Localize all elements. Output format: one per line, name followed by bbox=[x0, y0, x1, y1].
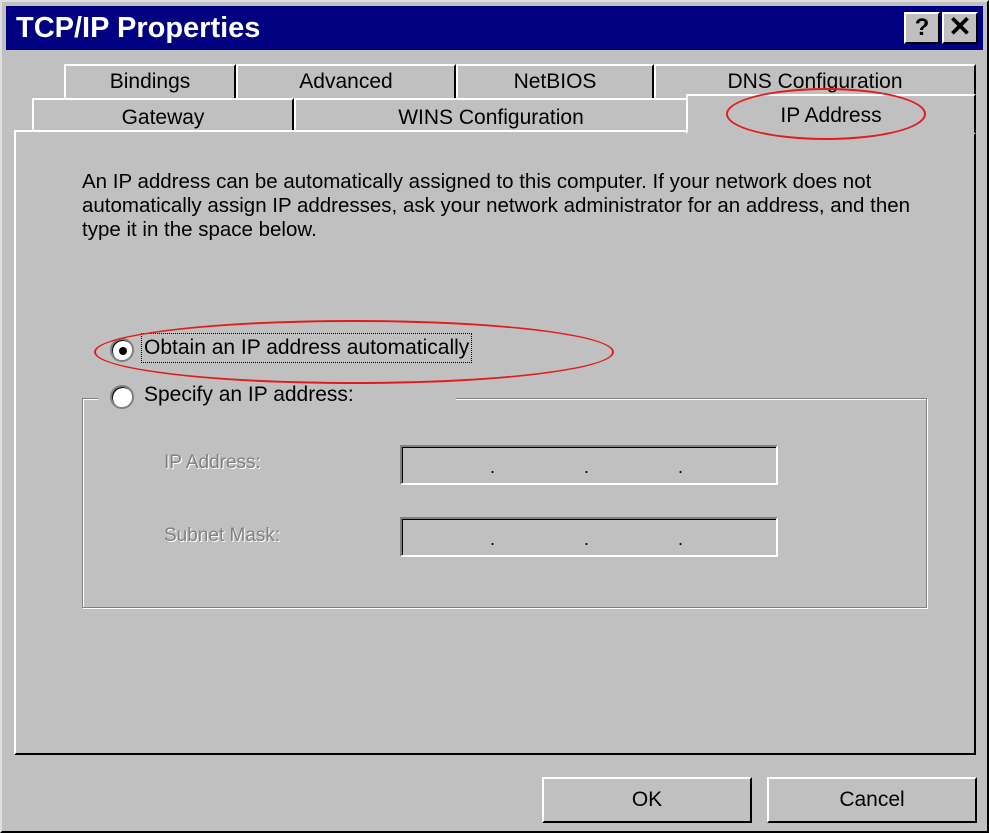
tab-gateway[interactable]: Gateway bbox=[32, 98, 294, 134]
ok-button[interactable]: OK bbox=[542, 777, 752, 823]
specify-ip-group bbox=[82, 398, 927, 608]
ip-separator-1: . bbox=[490, 457, 496, 477]
obtain-automatically-radio[interactable] bbox=[110, 338, 134, 362]
cancel-button[interactable]: Cancel bbox=[767, 777, 977, 823]
tab-gateway-label: Gateway bbox=[121, 106, 205, 129]
tab-ip-address-label: IP Address bbox=[780, 104, 882, 127]
tab-netbios-label: NetBIOS bbox=[513, 70, 597, 93]
radio-selected-dot bbox=[119, 347, 127, 355]
ip-address-field-label: IP Address: bbox=[164, 452, 261, 473]
tab-dns-configuration[interactable]: DNS Configuration bbox=[654, 64, 976, 98]
help-button[interactable]: ? bbox=[904, 12, 940, 44]
title-bar[interactable]: TCP/IP Properties ? ✕ bbox=[6, 6, 983, 50]
ip-separator-2: . bbox=[584, 457, 590, 477]
mask-separator-3: . bbox=[678, 529, 684, 549]
tab-wins-configuration[interactable]: WINS Configuration bbox=[294, 98, 688, 134]
subnet-mask-field-label: Subnet Mask: bbox=[164, 525, 281, 546]
tab-advanced-label: Advanced bbox=[299, 70, 393, 93]
ip-address-field[interactable]: . . . bbox=[400, 445, 778, 485]
obtain-automatically-label[interactable]: Obtain an IP address automatically bbox=[140, 333, 473, 363]
tcpip-properties-dialog: TCP/IP Properties ? ✕ Bindings Advanced … bbox=[0, 0, 989, 833]
tab-netbios[interactable]: NetBIOS bbox=[456, 64, 654, 98]
mask-separator-1: . bbox=[490, 529, 496, 549]
ip-description-text: An IP address can be automatically assig… bbox=[82, 170, 911, 241]
tab-bindings[interactable]: Bindings bbox=[64, 64, 236, 98]
close-button[interactable]: ✕ bbox=[942, 12, 978, 44]
tab-wins-configuration-label: WINS Configuration bbox=[398, 106, 584, 129]
window-title: TCP/IP Properties bbox=[16, 12, 261, 44]
tab-advanced[interactable]: Advanced bbox=[236, 64, 456, 98]
tab-bindings-label: Bindings bbox=[109, 70, 191, 93]
tab-ip-address[interactable]: IP Address bbox=[686, 94, 976, 134]
subnet-mask-field[interactable]: . . . bbox=[400, 517, 778, 557]
specify-ip-label[interactable]: Specify an IP address: bbox=[144, 383, 354, 407]
mask-separator-2: . bbox=[584, 529, 590, 549]
tab-dns-configuration-label: DNS Configuration bbox=[727, 70, 903, 93]
specify-ip-radio[interactable] bbox=[110, 385, 134, 409]
ip-separator-3: . bbox=[678, 457, 684, 477]
